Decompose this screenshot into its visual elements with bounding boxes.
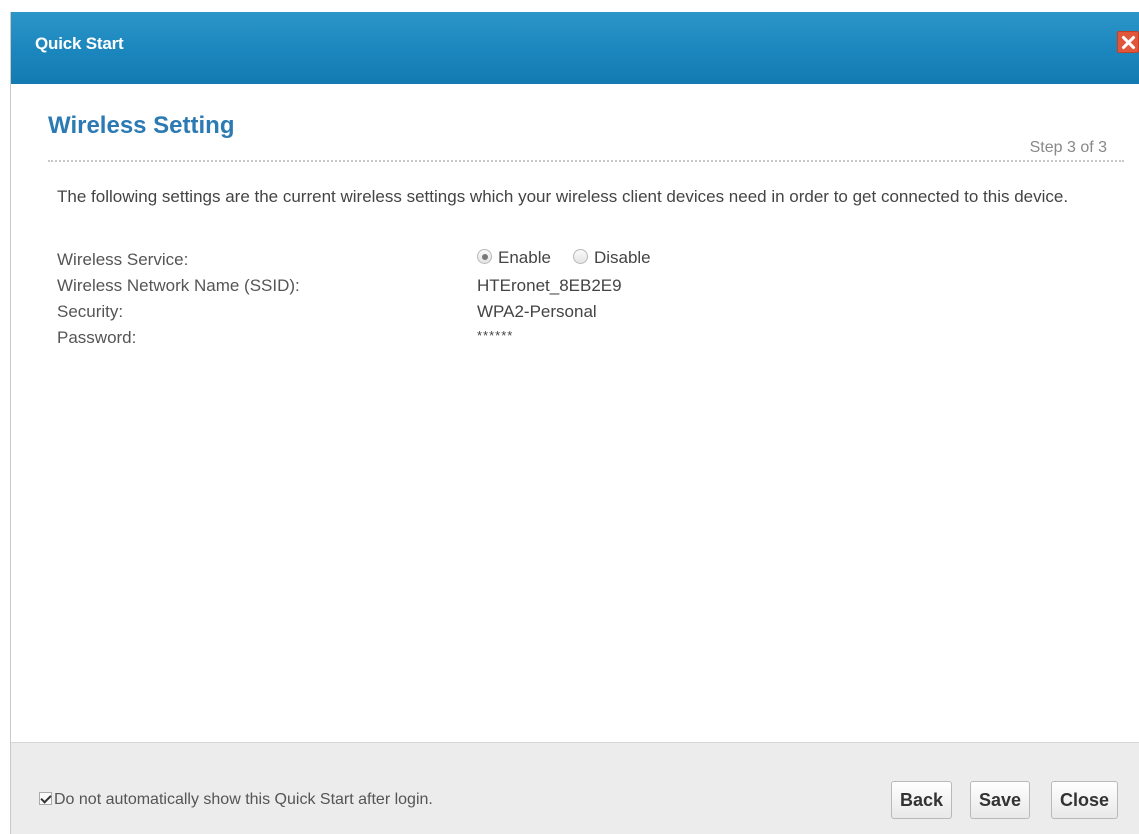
ssid-value: HTEronet_8EB2E9	[477, 276, 622, 295]
wireless-service-label: Wireless Service:	[57, 250, 189, 269]
quick-start-dialog: Quick Start Wireless Setting Step 3 of 3…	[10, 12, 1139, 834]
disable-radio[interactable]	[572, 249, 588, 264]
disable-radio-label: Disable	[593, 248, 651, 267]
ssid-label: Wireless Network Name (SSID):	[57, 276, 300, 295]
intro-text: The following settings are the current w…	[57, 187, 1069, 206]
divider	[48, 160, 1124, 162]
security-value: WPA2-Personal	[477, 302, 597, 321]
step-indicator: Step 3 of 3	[1029, 139, 1107, 156]
auto-show-checkbox-label: Do not automatically show this Quick Sta…	[54, 791, 433, 808]
wireless-service-radio-group: Enable Disable	[477, 248, 673, 268]
back-button[interactable]: Back	[891, 781, 953, 819]
dialog-titlebar: Quick Start	[11, 12, 1139, 84]
password-value: ******	[477, 328, 514, 343]
enable-radio[interactable]	[477, 249, 492, 264]
close-button[interactable]: Close	[1051, 781, 1119, 819]
password-label: Password:	[57, 328, 137, 347]
auto-show-option[interactable]: Do not automatically show this Quick Sta…	[39, 791, 433, 809]
save-button[interactable]: Save	[970, 781, 1031, 819]
page-title: Wireless Setting	[48, 112, 235, 139]
dialog-title: Quick Start	[35, 34, 124, 53]
enable-radio-label: Enable	[498, 248, 551, 267]
security-label: Security:	[57, 302, 124, 321]
auto-show-checkbox[interactable]	[39, 792, 52, 805]
dialog-footer: Do not automatically show this Quick Sta…	[11, 742, 1139, 834]
close-icon[interactable]	[1117, 31, 1139, 53]
